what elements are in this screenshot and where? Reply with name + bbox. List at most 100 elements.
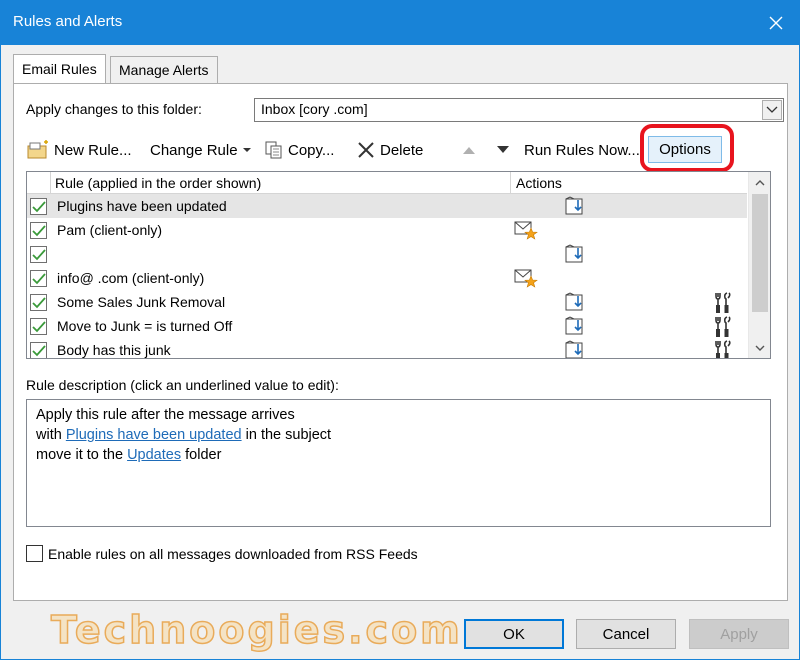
watermark: Technoogies.com	[50, 607, 463, 653]
move-down-button[interactable]	[496, 139, 514, 161]
checkmark-icon	[31, 200, 46, 212]
arrow-down-icon	[497, 146, 509, 153]
email-rules-panel: Apply changes to this folder: Inbox [cor…	[13, 83, 788, 601]
move-up-button[interactable]	[462, 139, 480, 161]
chevron-up-icon	[755, 179, 765, 185]
checkmark-icon	[31, 296, 46, 308]
delete-button[interactable]: Delete	[356, 139, 423, 161]
description-text: in the subject	[245, 427, 332, 443]
change-rule-label: Change Rule	[150, 141, 238, 159]
rule-name: info@ .com (client-only)	[57, 270, 205, 286]
header-rule[interactable]: Rule (applied in the order shown)	[55, 175, 261, 191]
rss-label: Enable rules on all messages downloaded …	[48, 545, 418, 562]
rule-enabled-checkbox[interactable]	[30, 270, 47, 287]
tab-label: Email Rules	[22, 61, 97, 77]
options-button[interactable]: Options	[648, 136, 722, 163]
rule-enabled-checkbox[interactable]	[30, 294, 47, 311]
folder-dropdown[interactable]: Inbox [cory .com]	[254, 98, 784, 122]
apply-button[interactable]: Apply	[689, 619, 789, 649]
target-folder-link[interactable]: Updates	[127, 447, 181, 463]
close-button[interactable]	[753, 1, 799, 45]
rule-row[interactable]: Move to Junk = is turned Off	[27, 314, 747, 338]
ok-button[interactable]: OK	[464, 619, 564, 649]
subject-condition-link[interactable]: Plugins have been updated	[66, 427, 242, 443]
copy-label: Copy...	[288, 141, 335, 159]
description-text: move it to the	[36, 447, 124, 463]
change-rule-button[interactable]: Change Rule	[150, 139, 256, 161]
rule-name: Move to Junk = is turned Off	[57, 318, 233, 334]
move-to-folder-icon	[565, 292, 587, 315]
rule-row[interactable]: Body has this junk	[27, 338, 747, 358]
apply-label: Apply	[720, 625, 758, 643]
rule-enabled-checkbox[interactable]	[30, 342, 47, 358]
description-line-3: move it to the Updates folder	[36, 445, 761, 465]
run-rules-now-button[interactable]: Run Rules Now...	[524, 139, 640, 161]
copy-button[interactable]: Copy...	[264, 139, 334, 161]
rule-enabled-checkbox[interactable]	[30, 198, 47, 215]
cancel-label: Cancel	[602, 625, 650, 643]
rule-name: Body has this junk	[57, 342, 171, 358]
folder-value: Inbox [cory .com]	[261, 101, 368, 117]
vertical-scrollbar[interactable]	[748, 172, 770, 358]
rule-row[interactable]: Some Sales Junk Removal	[27, 290, 747, 314]
scroll-down-button[interactable]	[749, 338, 770, 358]
rule-name: Pam (client-only)	[57, 222, 163, 238]
cancel-button[interactable]: Cancel	[576, 619, 676, 649]
move-to-folder-icon	[565, 244, 587, 267]
rule-enabled-checkbox[interactable]	[30, 246, 47, 263]
move-to-folder-icon	[565, 340, 587, 358]
checkmark-icon	[31, 320, 46, 332]
rss-rules-option[interactable]: Enable rules on all messages downloaded …	[26, 545, 418, 562]
new-rule-icon	[27, 140, 48, 159]
new-rule-label: New Rule...	[54, 141, 132, 159]
rule-enabled-checkbox[interactable]	[30, 318, 47, 335]
ok-label: OK	[503, 625, 525, 643]
checkmark-icon	[31, 224, 46, 236]
scroll-up-button[interactable]	[749, 172, 770, 192]
run-rules-label: Run Rules Now...	[524, 141, 640, 159]
rules-toolbar: New Rule... Change Rule Copy... Delete R…	[26, 124, 786, 172]
chevron-down-icon	[755, 345, 765, 351]
tab-email-rules[interactable]: Email Rules	[13, 54, 106, 83]
description-text: folder	[185, 447, 222, 463]
rule-name: Plugins have been updated	[57, 198, 227, 214]
copy-icon	[265, 141, 282, 159]
rule-description-label: Rule description (click an underlined va…	[26, 377, 339, 393]
rules-list-header: Rule (applied in the order shown) Action…	[27, 172, 747, 194]
tab-label: Manage Alerts	[119, 62, 209, 78]
folder-label: Apply changes to this folder:	[26, 101, 202, 117]
tools-icon	[713, 340, 733, 358]
header-check-column	[27, 172, 51, 194]
checkmark-icon	[31, 344, 46, 356]
rule-name: Some Sales Junk Removal	[57, 294, 226, 310]
rule-enabled-checkbox[interactable]	[30, 222, 47, 239]
caret-down-icon	[242, 148, 251, 152]
delete-icon	[358, 142, 374, 158]
options-label: Options	[659, 141, 711, 158]
checkmark-icon	[31, 248, 46, 260]
rule-description-box: Apply this rule after the message arrive…	[26, 399, 771, 527]
mail-star-icon	[514, 268, 538, 291]
mail-star-icon	[514, 220, 538, 243]
chevron-down-icon	[766, 106, 778, 113]
header-actions[interactable]: Actions	[516, 175, 562, 191]
arrow-up-icon	[463, 147, 475, 154]
move-to-folder-icon	[565, 316, 587, 339]
description-line-1: Apply this rule after the message arrive…	[36, 407, 295, 423]
column-divider	[510, 172, 511, 194]
description-line-2: with Plugins have been updated in the su…	[36, 425, 761, 445]
rule-row[interactable]: Pam (client-only)	[27, 218, 747, 242]
rule-row[interactable]	[27, 242, 747, 266]
new-rule-button[interactable]: New Rule...	[26, 139, 132, 161]
rss-checkbox[interactable]	[26, 545, 43, 562]
description-text: with	[36, 427, 62, 443]
delete-label: Delete	[380, 141, 424, 159]
scroll-thumb[interactable]	[752, 194, 768, 312]
rule-row[interactable]: info@ .com (client-only)	[27, 266, 747, 290]
tab-manage-alerts[interactable]: Manage Alerts	[110, 56, 218, 84]
rule-row[interactable]: Plugins have been updated	[27, 194, 747, 218]
rules-and-alerts-dialog: Rules and Alerts Email Rules Manage Aler…	[0, 0, 800, 660]
dropdown-button[interactable]	[762, 100, 782, 120]
checkmark-icon	[31, 272, 46, 284]
rules-list[interactable]: Rule (applied in the order shown) Action…	[26, 171, 771, 359]
